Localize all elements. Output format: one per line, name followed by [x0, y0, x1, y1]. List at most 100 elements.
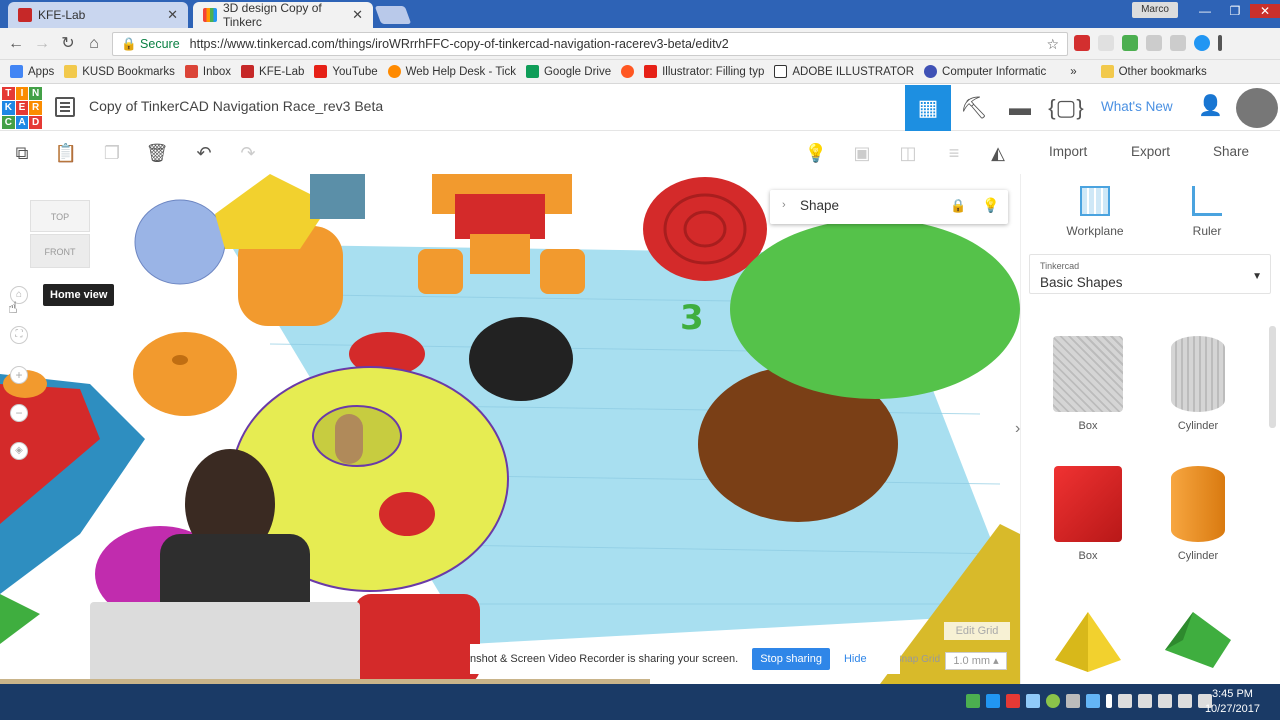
tray-sync-icon[interactable] — [1046, 694, 1060, 708]
hide-sharing-button[interactable]: Hide — [844, 653, 867, 665]
minimize-icon[interactable]: — — [1190, 4, 1220, 18]
maximize-icon[interactable]: ❐ — [1220, 4, 1250, 18]
view-cube-top[interactable]: TOP — [30, 200, 90, 232]
bookmarks-overflow[interactable]: » — [1070, 66, 1076, 78]
bookmark-kusd[interactable]: KUSD Bookmarks — [64, 65, 175, 78]
home-icon[interactable]: ⌂ — [84, 34, 104, 54]
design-menu-icon[interactable] — [55, 97, 75, 117]
panel-collapse-chevron-icon[interactable]: › — [1015, 420, 1020, 438]
light-bulb-icon[interactable]: 💡 — [804, 141, 828, 165]
share-button[interactable]: Share — [1213, 144, 1249, 159]
bookmark-apps[interactable]: Apps — [10, 65, 54, 78]
tray-app-icon[interactable] — [986, 694, 1000, 708]
edit-grid-button[interactable]: Edit Grid — [944, 622, 1010, 640]
bookmark-youtube[interactable]: YouTube — [314, 65, 378, 78]
stop-sharing-button[interactable]: Stop sharing — [752, 648, 830, 670]
3d-workspace[interactable]: 3 — [0, 174, 1020, 684]
bookmark-inbox[interactable]: Inbox — [184, 65, 231, 78]
address-bar[interactable]: 🔒 Secure https://www.tinkercad.com/thing… — [112, 32, 1068, 56]
codeblocks-icon[interactable]: {▢} — [1043, 85, 1089, 131]
whats-new-link[interactable]: What's New — [1101, 99, 1173, 114]
undo-icon[interactable]: ↶ — [192, 141, 216, 165]
reload-icon[interactable]: ↻ — [58, 34, 78, 54]
import-button[interactable]: Import — [1049, 144, 1087, 159]
shape-cylinder-hole[interactable]: Cylinder — [1153, 336, 1243, 432]
shape-box[interactable]: Box — [1043, 466, 1133, 562]
tray-cloud-icon[interactable] — [1086, 694, 1100, 708]
close-window-icon[interactable]: ✕ — [1250, 4, 1280, 18]
ruler-tool[interactable]: Ruler — [1177, 186, 1237, 238]
design-title[interactable]: Copy of TinkerCAD Navigation Race_rev3 B… — [89, 98, 383, 114]
redo-icon[interactable]: ↷ — [236, 141, 260, 165]
bookmark-adobe-illustrator[interactable]: ADOBE ILLUSTRATOR — [774, 65, 914, 78]
tray-record-icon[interactable] — [1006, 694, 1020, 708]
shape-box-hole[interactable]: Box — [1043, 336, 1133, 432]
snap-grid-select[interactable]: 1.0 mm ▴ — [945, 652, 1007, 670]
paste-icon[interactable]: 📋 — [54, 141, 78, 165]
tray-signal-icon[interactable] — [1178, 694, 1192, 708]
perspective-icon[interactable]: ◈ — [10, 442, 28, 460]
workplane-tool[interactable]: Workplane — [1065, 186, 1125, 238]
avatar[interactable] — [1236, 88, 1278, 128]
extension-drive-icon[interactable] — [1122, 35, 1138, 51]
ungroup-icon[interactable]: ◫ — [896, 141, 920, 165]
visibility-bulb-icon[interactable]: 💡 — [982, 197, 999, 214]
browser-tab-kfe-lab[interactable]: KFE-Lab ✕ — [8, 2, 188, 28]
tray-battery-icon[interactable] — [966, 694, 980, 708]
shape-pyramid[interactable] — [1043, 610, 1133, 677]
browser-user-chip[interactable]: Marco — [1132, 2, 1178, 18]
align-icon[interactable]: ≡ — [942, 141, 966, 165]
zoom-out-icon[interactable]: − — [10, 404, 28, 422]
tray-power-icon[interactable] — [1158, 694, 1172, 708]
bookmark-kfe-lab[interactable]: KFE-Lab — [241, 65, 304, 78]
tray-flag-icon[interactable] — [1118, 694, 1132, 708]
tab-close-icon[interactable]: ✕ — [167, 7, 178, 23]
zoom-in-icon[interactable]: + — [10, 366, 28, 384]
extension-box-icon[interactable] — [1170, 35, 1186, 51]
chrome-menu-icon[interactable] — [1218, 35, 1222, 51]
collapse-chevron-icon[interactable]: › — [782, 199, 786, 211]
panel-scrollbar[interactable] — [1269, 326, 1276, 428]
shape-library-select[interactable]: Tinkercad Basic Shapes ▼ — [1029, 254, 1271, 294]
3d-view-grid-icon[interactable]: ▦ — [905, 85, 951, 131]
extension-s-icon[interactable] — [1194, 35, 1210, 51]
fit-view-icon[interactable]: ⛶ — [10, 326, 28, 344]
add-user-icon[interactable]: 👤 — [1198, 93, 1223, 123]
view-cube[interactable]: TOP FRONT — [30, 200, 90, 270]
tray-network-icon[interactable] — [1026, 694, 1040, 708]
duplicate-icon[interactable]: ❐ — [100, 141, 124, 165]
tray-bluetooth-icon[interactable] — [1106, 694, 1112, 708]
pickaxe-icon[interactable]: ⛏ — [951, 85, 997, 131]
new-tab-button[interactable] — [374, 6, 412, 24]
scene-canvas[interactable]: 3 — [0, 174, 1020, 684]
copy-icon[interactable]: ⧉ — [10, 141, 34, 165]
shape-roof[interactable] — [1153, 610, 1243, 677]
view-cube-front[interactable]: FRONT — [30, 234, 90, 268]
bookmark-star-icon[interactable]: ☆ — [1046, 36, 1059, 53]
extension-n-icon[interactable] — [1074, 35, 1090, 51]
mirror-icon[interactable]: ◭ — [986, 141, 1010, 165]
extension-gear-icon[interactable] — [1098, 35, 1114, 51]
forward-arrow-icon[interactable]: → — [32, 34, 52, 54]
bookmark-computer-informatic[interactable]: Computer Informatic — [924, 65, 1046, 78]
tab-close-icon[interactable]: ✕ — [352, 7, 363, 23]
tray-display-icon[interactable] — [1138, 694, 1152, 708]
bookmark-web-help-desk[interactable]: Web Help Desk - Tick — [387, 65, 516, 78]
lock-icon[interactable]: 🔒 — [950, 198, 966, 214]
shape-cylinder[interactable]: Cylinder — [1153, 466, 1243, 562]
export-button[interactable]: Export — [1131, 144, 1170, 159]
back-arrow-icon[interactable]: ← — [6, 34, 26, 54]
other-bookmarks[interactable]: Other bookmarks — [1100, 65, 1207, 78]
trash-icon[interactable]: 🗑 — [145, 141, 169, 165]
shape-inspector[interactable]: › Shape 🔒 💡 — [770, 190, 1008, 224]
taskbar-clock[interactable]: 3:45 PM 10/27/2017 — [1205, 687, 1260, 717]
tinkercad-logo[interactable]: TIN KER CAD — [2, 87, 42, 129]
tray-usb-icon[interactable] — [1066, 694, 1080, 708]
bookmark-orange[interactable] — [621, 65, 635, 78]
browser-tab-tinkercad[interactable]: 3D design Copy of Tinkerc ✕ — [193, 1, 373, 29]
bricks-icon[interactable]: ▬ — [997, 85, 1043, 131]
group-icon[interactable]: ▣ — [850, 141, 874, 165]
extension-puzzle-icon[interactable] — [1146, 35, 1162, 51]
bookmark-illustrator-filling[interactable]: Illustrator: Filling typ — [644, 65, 764, 78]
bookmark-google-drive[interactable]: Google Drive — [525, 65, 611, 78]
